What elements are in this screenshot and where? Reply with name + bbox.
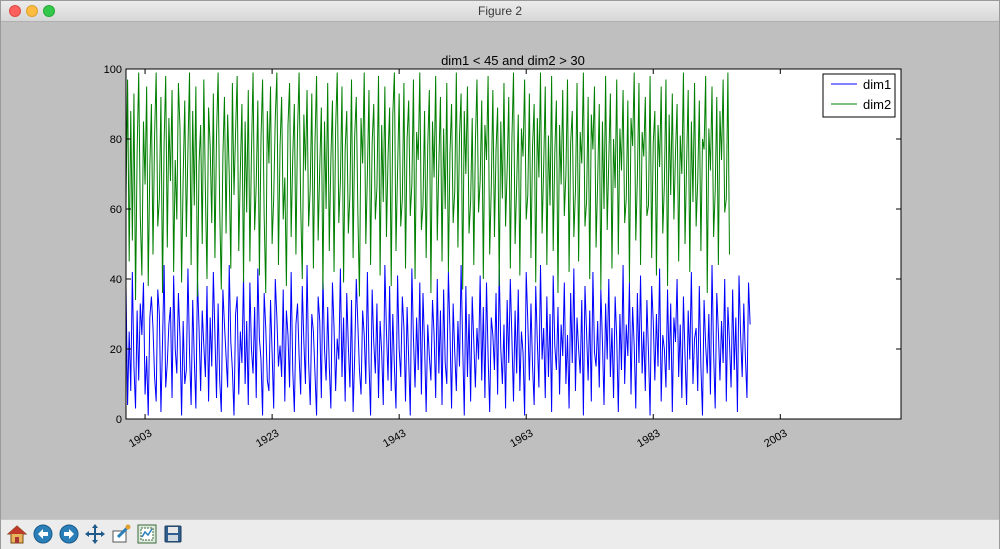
y-tick-label: 100	[104, 64, 122, 76]
forward-button[interactable]	[58, 523, 80, 545]
y-tick-label: 20	[110, 344, 122, 356]
x-tick-label: 1923	[254, 427, 281, 450]
x-tick-label: 1963	[508, 427, 535, 450]
save-button[interactable]	[162, 523, 184, 545]
pan-arrows-icon	[85, 524, 105, 544]
legend-label-dim1: dim1	[863, 77, 891, 92]
back-button[interactable]	[32, 523, 54, 545]
legend: dim1 dim2	[822, 73, 896, 118]
x-tick-label: 1943	[381, 427, 408, 450]
back-arrow-icon	[33, 524, 53, 544]
subplots-button[interactable]	[136, 523, 158, 545]
home-icon	[6, 525, 28, 544]
figure-canvas: 0 20 40 60 80 100 1903 1923 1943 1963 1983 2003 di…	[1, 22, 999, 519]
y-tick-label: 40	[110, 274, 122, 286]
y-tick-label: 60	[110, 204, 122, 216]
x-tick-label: 2003	[762, 427, 789, 450]
y-tick-label: 0	[116, 414, 122, 426]
chart-title: dim1 < 45 and dim2 > 30	[441, 53, 585, 68]
line-chart: 0 20 40 60 80 100 1903 1923 1943 1963 1983 2003 di…	[104, 53, 902, 450]
x-tick-label: 1903	[127, 427, 154, 450]
figure-window: Figure 2 0 20 40 60 80 100 1903 1923 1943 1963 19…	[0, 0, 1000, 549]
title-bar[interactable]: Figure 2	[1, 1, 999, 22]
window-title: Figure 2	[477, 4, 523, 18]
zoom-rect-icon	[112, 524, 131, 543]
forward-arrow-icon	[59, 524, 79, 544]
legend-label-dim2: dim2	[863, 97, 891, 112]
x-tick-label: 1983	[635, 427, 662, 450]
navigation-toolbar	[1, 519, 999, 549]
home-button[interactable]	[6, 523, 28, 545]
pan-button[interactable]	[84, 523, 106, 545]
subplots-config-icon	[137, 524, 157, 544]
y-tick-label: 80	[110, 134, 122, 146]
zoom-button[interactable]	[110, 523, 132, 545]
floppy-disk-icon	[164, 525, 182, 543]
